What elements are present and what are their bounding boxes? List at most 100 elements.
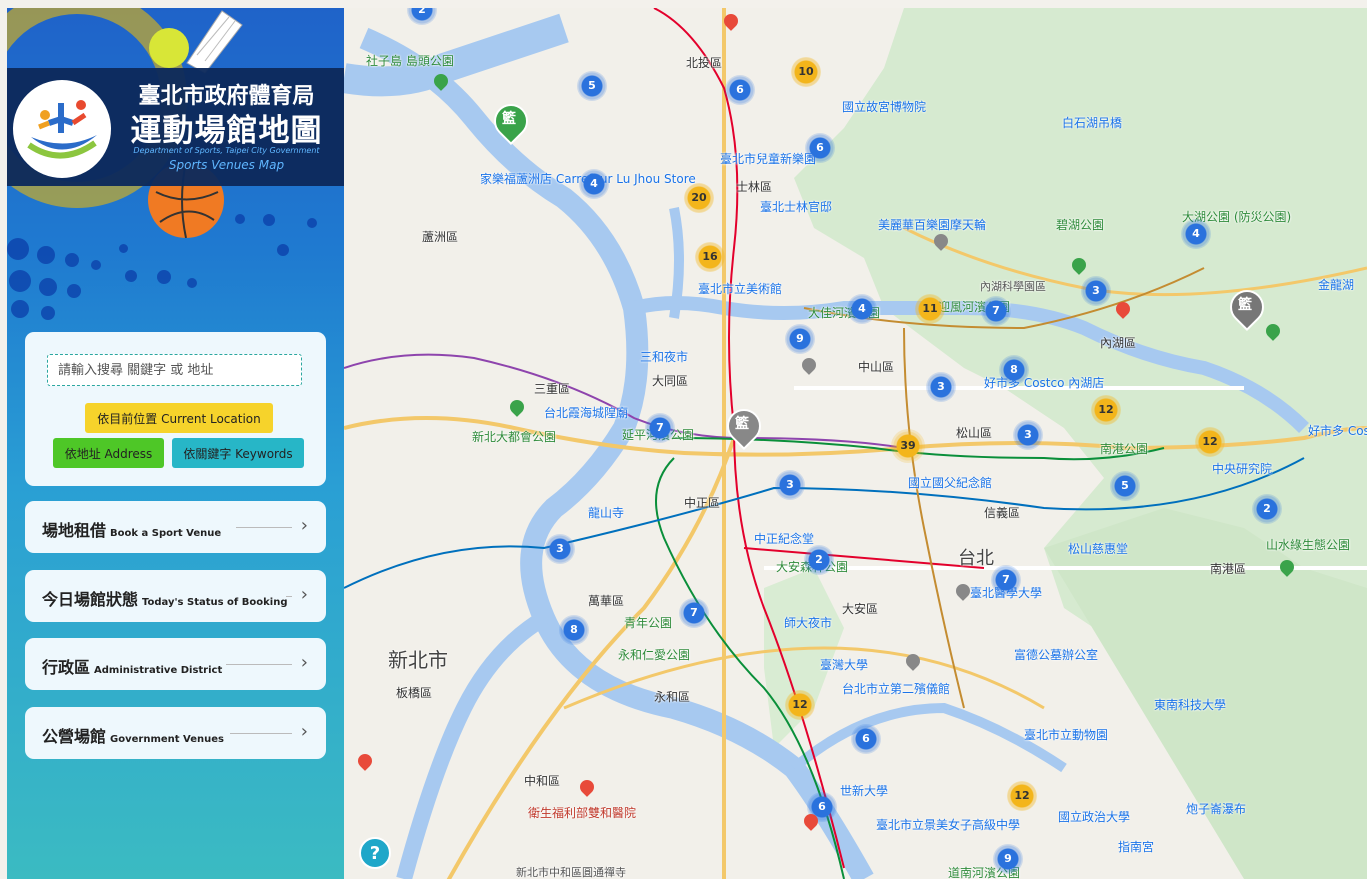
chevron-right-icon: ›	[300, 584, 308, 605]
search-by-keywords-button[interactable]: 依關鍵字 Keywords	[172, 438, 304, 468]
park-label: 永和仁愛公園	[618, 648, 691, 662]
poi-label: 國立政治大學	[1058, 810, 1131, 824]
map-canvas[interactable]: 北投區 士林區 蘆洲區 三重區 大同區 中山區 松山區 內湖區 中正區 萬華區 …	[344, 8, 1367, 879]
venue-cluster[interactable]: 7	[991, 565, 1021, 595]
venue-cluster[interactable]: 39	[891, 429, 925, 463]
venue-cluster[interactable]: 6	[851, 724, 881, 754]
title-english-line1: Department of Sports, Taipei City Govern…	[133, 146, 320, 155]
venue-cluster[interactable]: 9	[785, 324, 815, 354]
decor-dot	[157, 270, 171, 284]
venue-cluster[interactable]: 10	[791, 57, 821, 87]
venue-cluster[interactable]: 5	[577, 71, 607, 101]
city-label: 新北市	[388, 648, 448, 672]
poi-label: 臺北市立美術館	[698, 282, 783, 296]
menu-today-status[interactable]: 今日場館狀態 Today's Status of Booking ›	[25, 570, 326, 622]
venue-cluster[interactable]: 12	[1195, 427, 1225, 457]
help-button[interactable]: ?	[359, 837, 391, 869]
basketball-venue-marker[interactable]: 籃	[1222, 282, 1272, 332]
menu-book-venue[interactable]: 場地租借 Book a Sport Venue ›	[25, 501, 326, 553]
venue-cluster[interactable]: 5	[1110, 471, 1140, 501]
poi-label: 三和夜市	[640, 350, 689, 364]
park-label: 山水綠生態公園	[1266, 538, 1351, 552]
decor-dot	[307, 218, 317, 228]
menu-administrative-district[interactable]: 行政區 Administrative District ›	[25, 638, 326, 690]
venue-cluster[interactable]: 7	[645, 413, 675, 443]
poi-label: 美麗華百樂園摩天輪	[878, 218, 987, 232]
decor-dot	[277, 244, 289, 256]
decor-dot	[235, 214, 245, 224]
menu-divider	[226, 664, 292, 665]
venue-cluster[interactable]: 3	[1081, 276, 1111, 306]
poi-label: 臺灣大學	[820, 658, 869, 672]
park-label: 社子島 島頭公園	[366, 54, 454, 68]
district-label: 南港區	[1210, 562, 1247, 576]
venue-cluster[interactable]: 7	[679, 598, 709, 628]
venue-cluster[interactable]: 9	[993, 844, 1023, 874]
venue-cluster[interactable]: 3	[775, 470, 805, 500]
menu-label-zh: 場地租借	[42, 521, 107, 540]
poi-label: 指南宮	[1118, 840, 1155, 854]
venue-cluster[interactable]: 12	[1091, 395, 1121, 425]
chevron-right-icon: ›	[300, 652, 308, 673]
menu-divider	[230, 733, 292, 734]
menu-label-zh: 今日場館狀態	[42, 590, 139, 609]
poi-label: 臺北市立動物園	[1024, 728, 1109, 742]
district-label: 永和區	[654, 690, 691, 704]
poi-label: 好市多 Costco	[1308, 424, 1367, 438]
marker-label: 籃	[735, 416, 749, 432]
poi-label: 炮子崙瀑布	[1186, 802, 1247, 816]
poi-label: 台北霞海城隍廟	[544, 406, 629, 420]
venue-cluster[interactable]: 4	[579, 169, 609, 199]
basketball-venue-marker[interactable]: 籃	[719, 401, 769, 451]
venue-cluster[interactable]: 4	[847, 294, 877, 324]
poi-label: 國立國父紀念館	[908, 476, 993, 490]
menu-divider	[286, 596, 292, 597]
venue-cluster[interactable]: 12	[1007, 781, 1037, 811]
menu-government-venues[interactable]: 公營場館 Government Venues ›	[25, 707, 326, 759]
marker-label: 籃	[502, 111, 516, 127]
decor-dot	[37, 246, 55, 264]
venue-cluster[interactable]: 3	[545, 534, 575, 564]
district-label: 信義區	[984, 506, 1021, 520]
venue-cluster[interactable]: 3	[926, 372, 956, 402]
district-label: 萬華區	[588, 594, 625, 608]
venue-cluster[interactable]: 2	[1252, 494, 1282, 524]
venue-cluster[interactable]: 6	[725, 75, 755, 105]
decor-dot	[119, 244, 128, 253]
search-by-address-button[interactable]: 依地址 Address	[53, 438, 164, 468]
district-label: 中山區	[858, 360, 895, 374]
venue-cluster[interactable]: 7	[981, 296, 1011, 326]
poi-label: 國立故宮博物院	[842, 100, 927, 114]
poi-label: 金龍湖	[1318, 278, 1355, 292]
sports-logo-icon	[27, 100, 97, 159]
basketball-venue-marker[interactable]: 籃	[486, 96, 536, 146]
decor-dot	[65, 253, 79, 267]
venue-cluster[interactable]: 8	[999, 355, 1029, 385]
venue-cluster[interactable]: 16	[695, 242, 725, 272]
venue-cluster[interactable]: 3	[1013, 420, 1043, 450]
poi-label: 松山慈惠堂	[1068, 542, 1129, 556]
district-label: 大安區	[842, 602, 879, 616]
venue-cluster[interactable]: 12	[785, 690, 815, 720]
venue-cluster[interactable]: 4	[1181, 219, 1211, 249]
venue-cluster[interactable]: 2	[804, 545, 834, 575]
district-label: 北投區	[686, 56, 723, 70]
hospital-label: 衛生福利部雙和醫院	[528, 806, 637, 820]
venue-cluster[interactable]: 6	[805, 133, 835, 163]
search-input[interactable]	[47, 354, 302, 386]
chevron-right-icon: ›	[300, 515, 308, 536]
venue-cluster[interactable]: 8	[559, 615, 589, 645]
current-location-button[interactable]: 依目前位置 Current Location	[85, 403, 273, 433]
venue-cluster[interactable]: 11	[915, 294, 945, 324]
title-chinese-line2: 運動場館地圖	[130, 113, 323, 149]
decor-dot	[125, 270, 137, 282]
menu-label-en: Government Venues	[110, 734, 224, 745]
venue-cluster[interactable]: 20	[684, 183, 714, 213]
decor-dot	[11, 300, 29, 318]
marker-label: 籃	[1238, 297, 1252, 313]
place-label: 新北市中和區圓通禪寺	[516, 866, 626, 879]
poi-label: 白石湖吊橋	[1062, 116, 1123, 130]
menu-label-en: Today's Status of Booking	[142, 597, 288, 608]
district-label: 內湖區	[1100, 336, 1137, 350]
poi-label: 臺北市兒童新樂園	[720, 152, 817, 166]
